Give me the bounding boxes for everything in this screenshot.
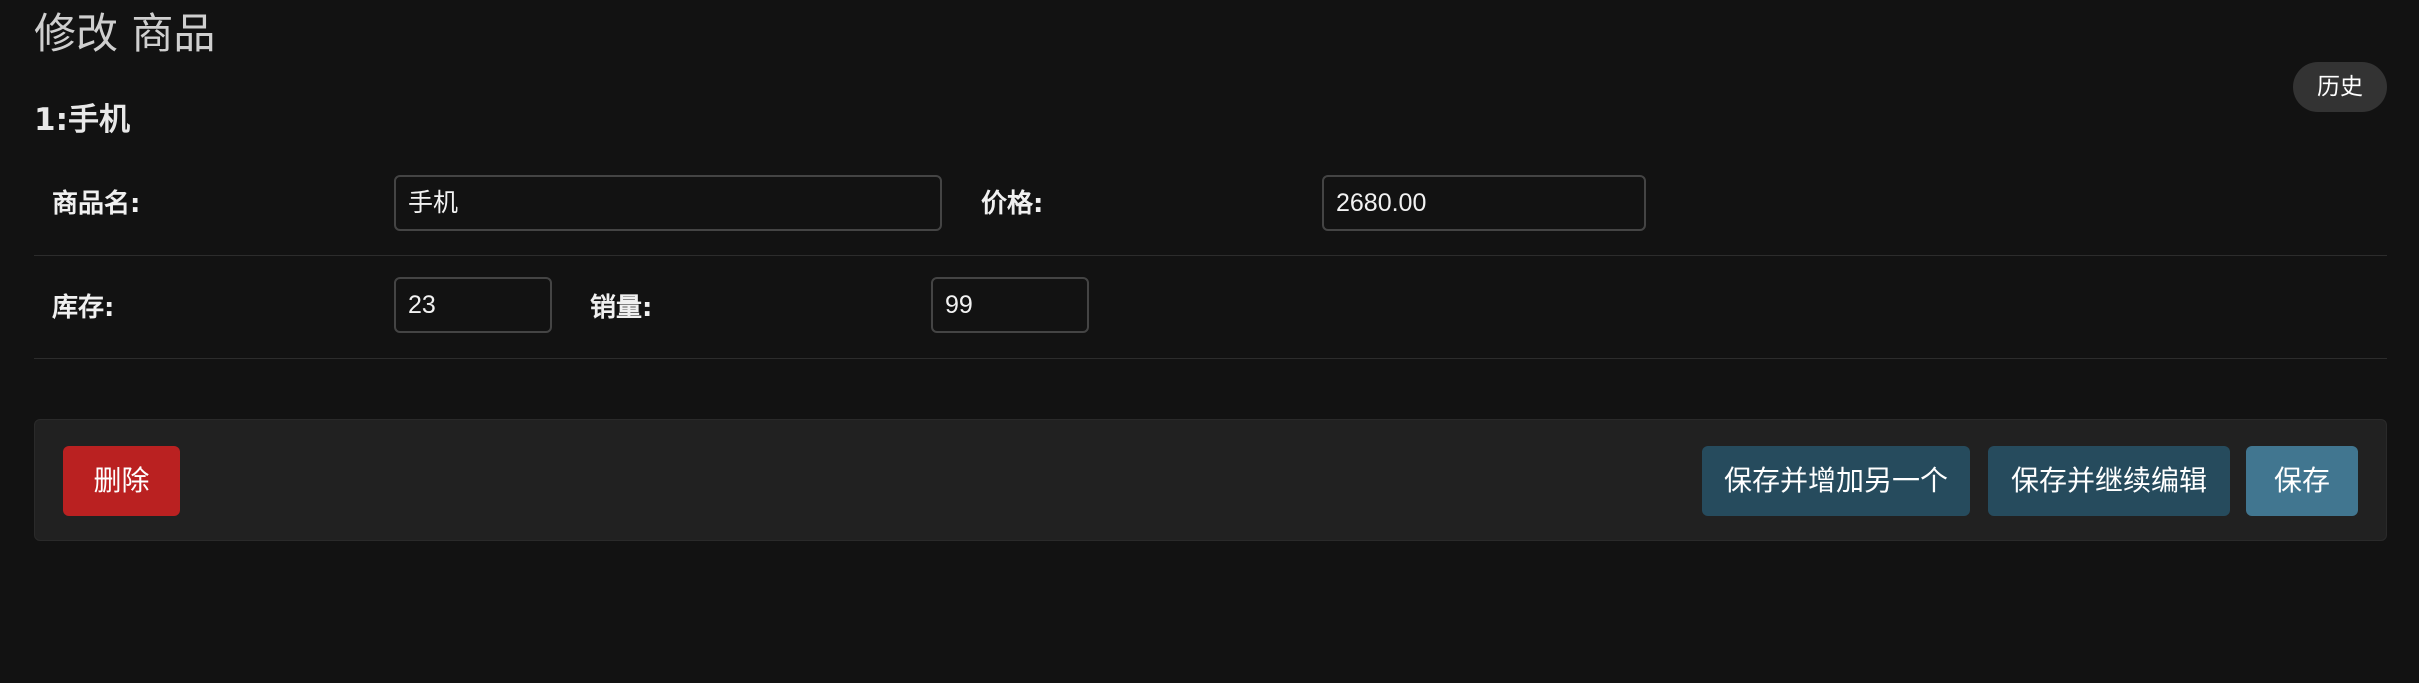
sales-input[interactable]: 99: [931, 277, 1089, 333]
stock-input[interactable]: 23: [394, 277, 552, 333]
save-and-continue-button[interactable]: 保存并继续编辑: [1988, 446, 2230, 516]
price-label: 价格:: [981, 189, 1044, 219]
form-row-name-price: 商品名: 手机 价格: 2680.00: [34, 164, 2387, 256]
object-title: 1:手机: [34, 102, 130, 138]
save-button[interactable]: 保存: [2246, 446, 2358, 516]
price-input[interactable]: 2680.00: [1322, 175, 1646, 231]
submit-row: 删除 保存并增加另一个 保存并继续编辑 保存: [34, 419, 2387, 541]
stock-label: 库存:: [52, 293, 115, 323]
save-and-add-another-button[interactable]: 保存并增加另一个: [1702, 446, 1970, 516]
sales-label: 销量:: [590, 293, 653, 323]
name-input[interactable]: 手机: [394, 175, 942, 231]
delete-button[interactable]: 删除: [63, 446, 180, 516]
page-title: 修改 商品: [34, 9, 216, 58]
form-row-stock-sales: 库存: 23 销量: 99: [34, 256, 2387, 359]
history-button[interactable]: 历史: [2293, 62, 2387, 112]
name-label: 商品名:: [52, 189, 141, 219]
